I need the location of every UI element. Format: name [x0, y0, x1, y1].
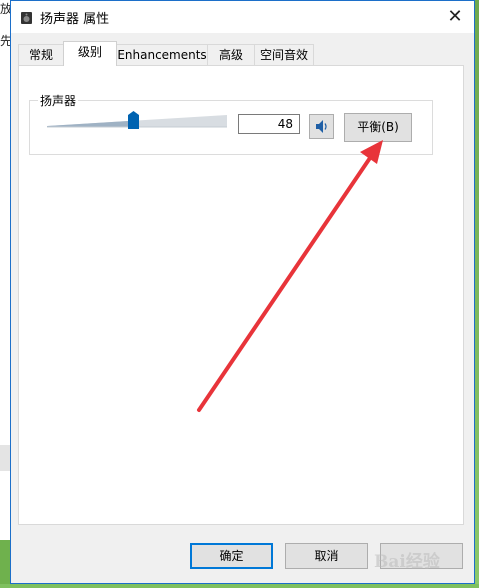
cancel-button[interactable]: 取消 — [285, 543, 368, 569]
volume-slider-thumb[interactable] — [127, 111, 139, 129]
tab-levels[interactable]: 级别 — [63, 41, 117, 66]
speaker-device-icon — [20, 10, 33, 24]
close-button[interactable]: ✕ — [442, 5, 468, 29]
window-title: 扬声器 属性 — [40, 12, 110, 27]
speaker-icon — [316, 120, 327, 133]
tab-enhancements[interactable]: Enhancements — [116, 44, 208, 65]
tab-spatial-sound[interactable]: 空间音效 — [254, 44, 314, 65]
title-bar[interactable]: 扬声器 属性 ✕ — [11, 1, 474, 33]
watermark-text: Bai经验 — [374, 552, 440, 572]
levels-tab-panel: 扬声器 48 平衡(B) — [18, 65, 464, 525]
volume-level-field[interactable]: 48 — [238, 114, 300, 134]
tab-advanced[interactable]: 高级 — [207, 44, 255, 65]
speaker-properties-dialog: 扬声器 属性 ✕ 常规 级别 Enhancements 高级 空间音效 扬声器 … — [10, 0, 475, 584]
mute-button[interactable] — [309, 114, 334, 139]
baidu-watermark: Bai经验 — [374, 539, 474, 575]
speaker-level-group: 扬声器 48 平衡(B) — [29, 92, 433, 155]
desktop-wallpaper — [0, 584, 479, 588]
tab-general[interactable]: 常规 — [18, 44, 64, 65]
desktop-wallpaper — [475, 0, 479, 588]
group-label: 扬声器 — [38, 92, 79, 109]
balance-button[interactable]: 平衡(B) — [344, 113, 412, 142]
ok-button[interactable]: 确定 — [190, 543, 273, 569]
